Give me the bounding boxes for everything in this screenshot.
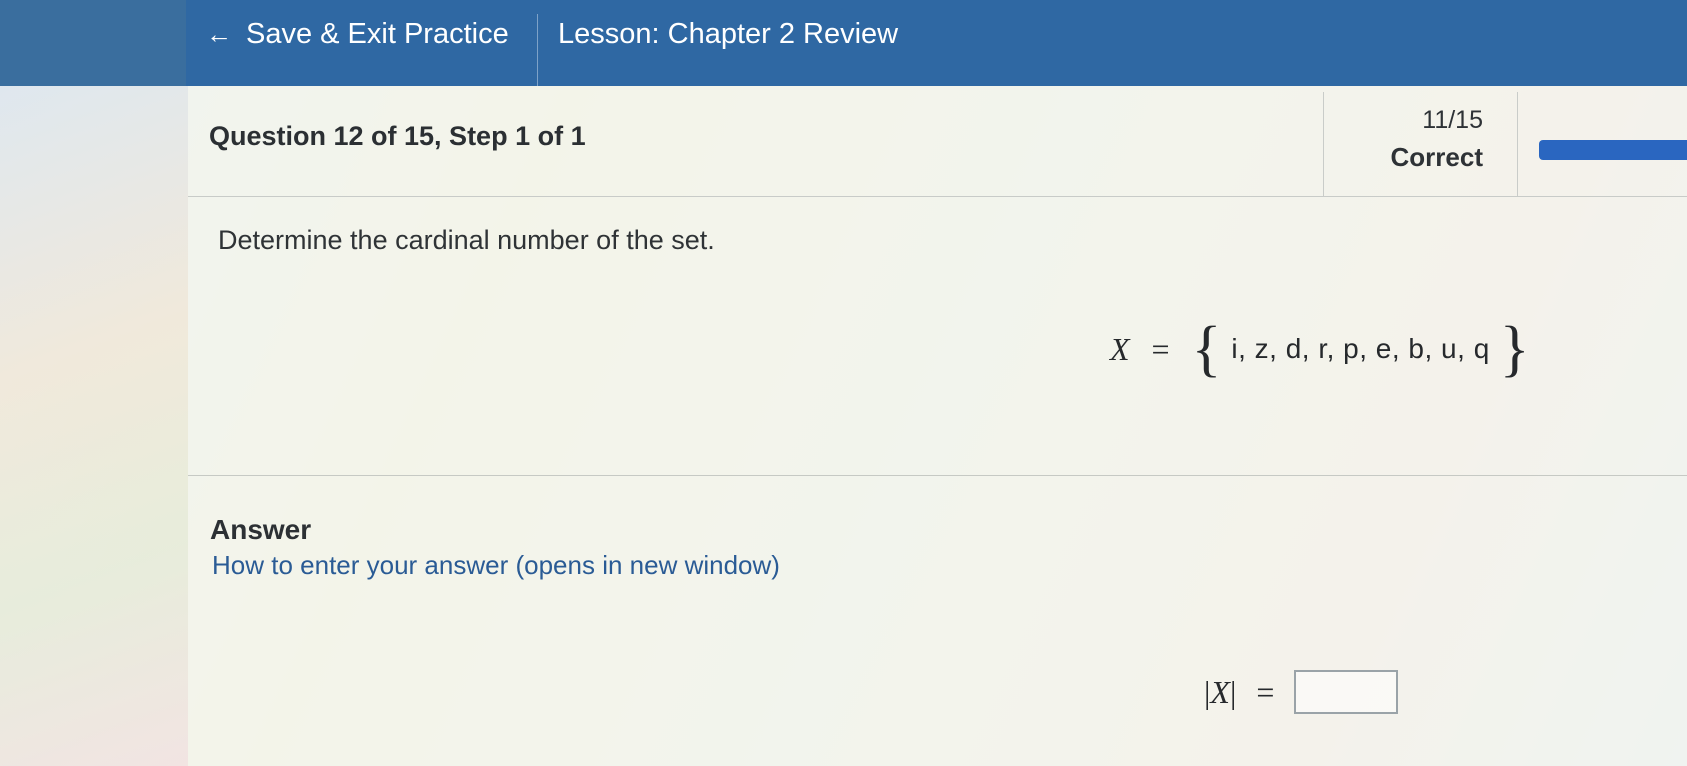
question-prompt: Determine the cardinal number of the set… — [218, 225, 715, 255]
question-title: Question 12 of 15, Step 1 of 1 — [209, 121, 586, 151]
set-expression: X = { i, z, d, r, p, e, b, u, q } — [1110, 318, 1530, 380]
close-brace: } — [1499, 315, 1530, 383]
nav-left-strip — [0, 0, 186, 86]
answer-line: |X| = — [1204, 670, 1399, 714]
set-name: X — [1110, 330, 1130, 367]
left-margin-panel — [0, 86, 188, 766]
score-fraction: 11/15 — [1422, 106, 1483, 134]
save-exit-button[interactable]: ← Save & Exit Practice — [206, 14, 509, 54]
nav-divider — [537, 14, 538, 86]
answer-equals: = — [1256, 673, 1275, 710]
save-exit-label: Save & Exit Practice — [246, 17, 509, 50]
score-box: 11/15 Correct — [1323, 92, 1518, 196]
set-equals: = — [1151, 330, 1170, 367]
open-brace: { — [1191, 315, 1222, 383]
progress-bar — [1539, 140, 1687, 160]
back-arrow-icon: ← — [206, 18, 232, 49]
section-divider — [188, 475, 1687, 476]
score-label: Correct — [1390, 142, 1483, 172]
how-to-enter-answer-link[interactable]: How to enter your answer (opens in new w… — [212, 550, 780, 581]
lesson-title: Lesson: Chapter 2 Review — [558, 18, 899, 50]
answer-input[interactable] — [1294, 670, 1399, 714]
answer-heading: Answer — [210, 514, 312, 545]
cardinality-expression: |X| — [1204, 674, 1236, 711]
abs-var: X — [1210, 673, 1230, 710]
set-elements: i, z, d, r, p, e, b, u, q — [1231, 333, 1490, 364]
abs-bar-close: | — [1229, 673, 1237, 710]
